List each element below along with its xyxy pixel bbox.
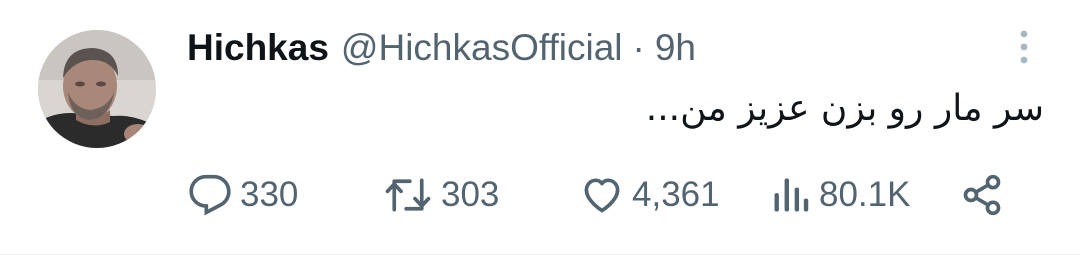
retweet-button[interactable]: 303 <box>383 172 499 218</box>
tweet-header: Hichkas @HichkasOfficial · 9h <box>187 26 696 70</box>
avatar[interactable] <box>38 30 156 148</box>
share-button[interactable] <box>960 172 1004 218</box>
tweet-card[interactable]: Hichkas @HichkasOfficial · 9h سر مار رو … <box>0 0 1080 255</box>
tweet-text: سر مار رو بزن عزیز من... <box>645 88 1044 129</box>
reply-button[interactable]: 330 <box>188 172 298 218</box>
like-button[interactable]: 4,361 <box>580 172 720 218</box>
vertical-ellipsis-icon <box>1020 30 1028 64</box>
user-handle[interactable]: @HichkasOfficial <box>341 27 623 69</box>
like-count: 4,361 <box>632 175 720 214</box>
more-options-button[interactable] <box>1014 28 1034 68</box>
tweet-actions: 330 303 4,361 80.1K <box>188 172 1028 218</box>
heart-icon <box>584 178 620 213</box>
views-button[interactable]: 80.1K <box>771 172 910 218</box>
avatar-photo-icon <box>38 30 156 148</box>
views-count: 80.1K <box>819 175 911 214</box>
reply-icon <box>189 174 231 216</box>
display-name[interactable]: Hichkas <box>187 27 329 69</box>
retweet-icon <box>385 178 431 212</box>
separator-dot: · <box>632 27 645 68</box>
tweet-time[interactable]: 9h <box>655 27 696 69</box>
reply-count: 330 <box>240 175 299 214</box>
views-chart-icon <box>774 178 809 212</box>
retweet-count: 303 <box>441 175 500 214</box>
share-icon <box>963 174 1001 216</box>
